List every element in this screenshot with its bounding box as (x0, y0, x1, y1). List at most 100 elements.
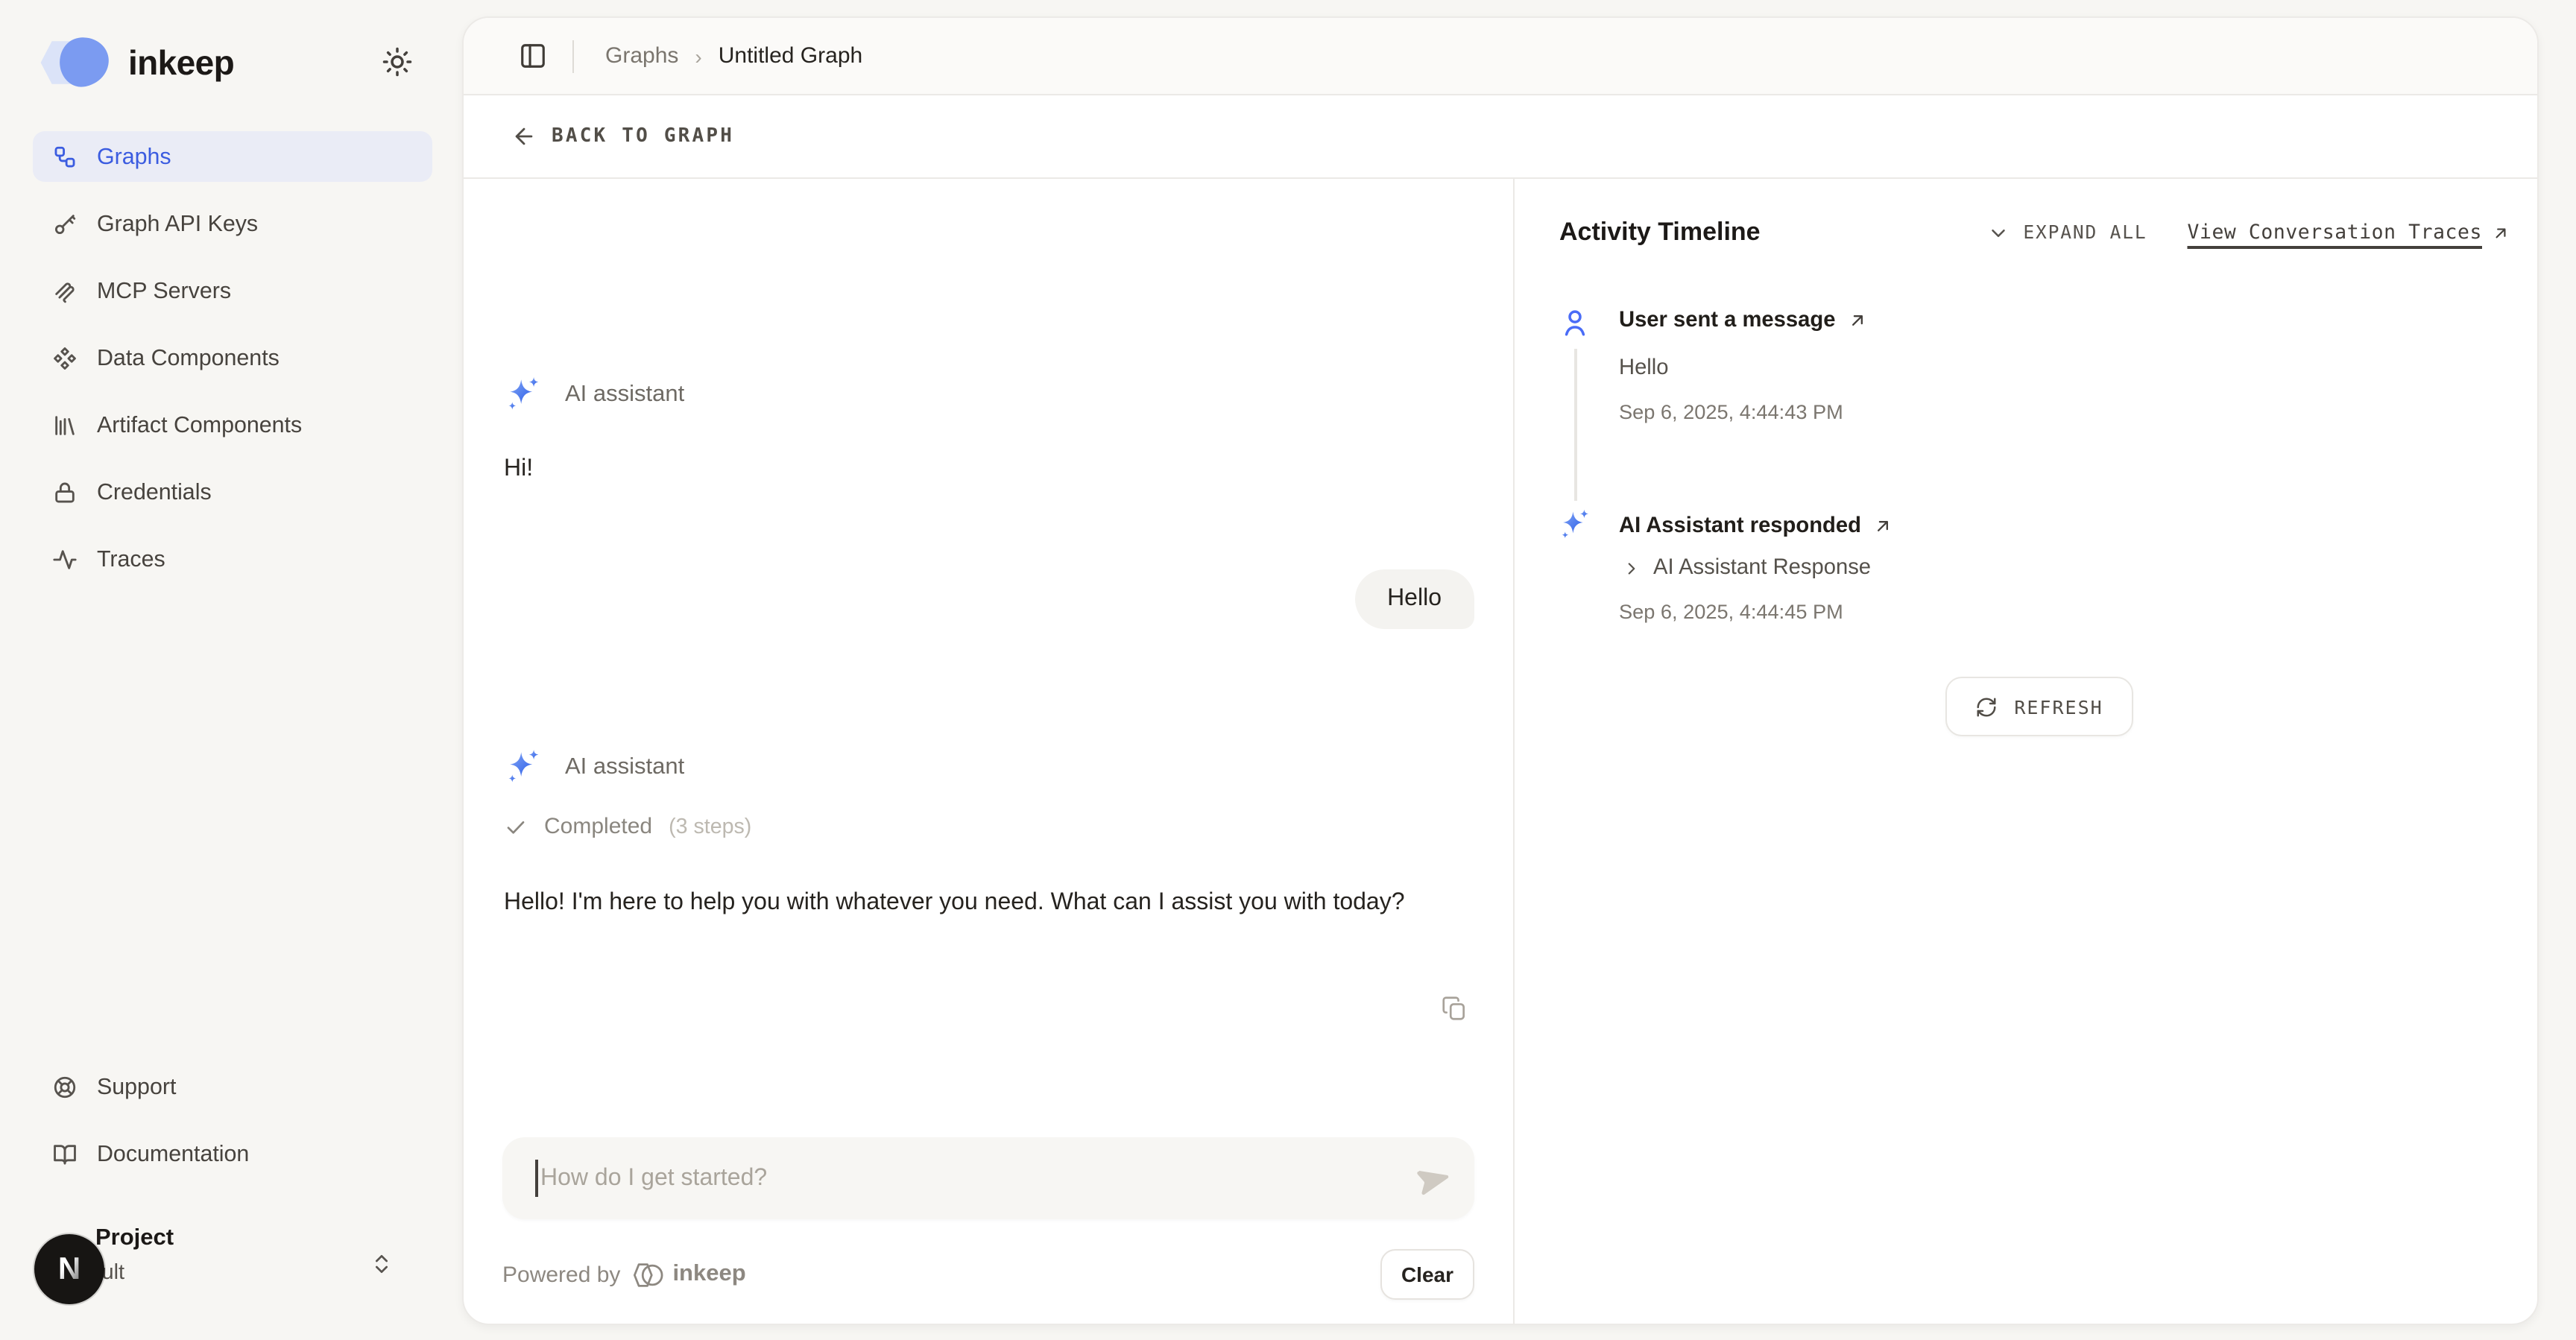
assistant-header-row: AI assistant (502, 374, 684, 414)
user-icon (1559, 307, 1591, 338)
inkeep-logo[interactable]: inkeep (40, 33, 234, 92)
sparkles-icon (502, 747, 543, 787)
sidebar-item-label: Documentation (97, 1141, 249, 1166)
user-message-bubble: Hello (1354, 569, 1474, 629)
sidebar: inkeep Graphs Graph API Keys MCP Servers (0, 0, 462, 1340)
powered-by-brand: inkeep (672, 1261, 745, 1288)
inkeep-outline-icon (631, 1260, 666, 1289)
chevron-down-icon (1987, 221, 2010, 244)
sidebar-item-mcp-servers[interactable]: MCP Servers (33, 265, 432, 316)
assistant-label: AI assistant (565, 381, 684, 408)
sidebar-item-label: Data Components (97, 345, 280, 370)
check-icon (504, 815, 528, 838)
timeline-event-body: Hello (1619, 356, 1669, 380)
back-to-graph-label: BACK TO GRAPH (552, 125, 734, 148)
breadcrumb: Graphs › Untitled Graph (605, 43, 862, 69)
breadcrumb-separator: › (695, 44, 701, 68)
chat-footer: Powered by inkeep Clear (502, 1246, 1474, 1303)
project-switcher[interactable]: Project default N (30, 1219, 435, 1312)
view-conversation-traces-link[interactable]: View Conversation Traces (2188, 221, 2511, 244)
sidebar-item-support[interactable]: Support (33, 1061, 432, 1112)
sidebar-item-label: Artifact Components (97, 412, 302, 437)
completion-status[interactable]: Completed (3 steps) (504, 814, 751, 839)
inkeep-logo-icon (40, 37, 115, 88)
sidebar-item-label: Traces (97, 546, 165, 572)
assistant-response-expander[interactable]: AI Assistant Response (1622, 556, 1871, 580)
project-title: Project (95, 1225, 174, 1252)
arrow-left-icon (511, 124, 537, 149)
sidebar-item-label: Support (97, 1074, 176, 1099)
timeline-title: Activity Timeline (1559, 218, 1761, 247)
sidebar-item-data-components[interactable]: Data Components (33, 332, 432, 383)
refresh-label: REFRESH (2014, 695, 2103, 718)
timeline-header: Activity Timeline EXPAND ALL View Conver… (1559, 212, 2510, 253)
timeline-connector (1574, 349, 1576, 501)
chat-panel: AI assistant Hi! Hello AI assistant Comp… (464, 179, 1513, 1324)
chevron-right-icon (1622, 558, 1641, 578)
sidebar-toggle-button[interactable] (513, 37, 552, 75)
life-buoy-icon (52, 1074, 78, 1099)
sparkles-icon (502, 374, 543, 414)
header-divider (572, 39, 574, 72)
chat-input[interactable] (537, 1165, 1410, 1192)
theme-toggle-button[interactable] (377, 42, 416, 80)
powered-by-label: Powered by (502, 1262, 620, 1287)
status-label: Completed (544, 814, 652, 839)
main-panel: Graphs › Untitled Graph BACK TO GRAPH (462, 16, 2539, 1325)
chevrons-up-down-icon (370, 1252, 394, 1276)
timeline-event-time: Sep 6, 2025, 4:44:43 PM (1619, 401, 1843, 423)
activity-icon (52, 546, 78, 572)
copy-icon (1439, 993, 1468, 1022)
component-icon (52, 345, 78, 370)
key-icon (52, 211, 78, 236)
assistant-message-greeting: Hi! (504, 456, 533, 483)
assistant-header-row: AI assistant (502, 747, 684, 787)
arrow-up-right-icon (1847, 310, 1868, 331)
sidebar-item-documentation[interactable]: Documentation (33, 1128, 432, 1179)
assistant-message-response: Hello! I'm here to help you with whateve… (504, 884, 1446, 923)
workflow-icon (52, 144, 78, 169)
arrow-up-right-icon (1873, 516, 1894, 537)
sidebar-nav: Graphs Graph API Keys MCP Servers Data C… (33, 131, 432, 601)
lock-icon (52, 479, 78, 505)
sidebar-item-credentials[interactable]: Credentials (33, 467, 432, 517)
copy-button[interactable] (1436, 990, 1471, 1025)
sidebar-item-label: Credentials (97, 479, 212, 505)
sidebar-item-traces[interactable]: Traces (33, 534, 432, 584)
timeline-event-time: Sep 6, 2025, 4:44:45 PM (1619, 601, 1843, 623)
sidebar-footer-nav: Support Documentation (33, 1061, 432, 1195)
sidebar-item-label: MCP Servers (97, 278, 231, 303)
sidebar-item-label: Graphs (97, 144, 171, 169)
timeline-event-title[interactable]: User sent a message (1619, 309, 1868, 332)
sidebar-item-label: Graph API Keys (97, 211, 258, 236)
library-icon (52, 412, 78, 437)
panel-left-icon (518, 42, 546, 70)
avatar: N (34, 1234, 104, 1304)
sidebar-item-artifact-components[interactable]: Artifact Components (33, 399, 432, 450)
send-icon[interactable] (1403, 1151, 1456, 1205)
assistant-label: AI assistant (565, 753, 684, 780)
timeline-event-title[interactable]: AI Assistant responded (1619, 514, 1894, 538)
refresh-icon (1975, 695, 1998, 718)
back-to-graph-button[interactable]: BACK TO GRAPH (511, 124, 734, 149)
breadcrumb-graphs[interactable]: Graphs (605, 43, 678, 69)
inkeep-logo-text: inkeep (128, 42, 234, 83)
arrow-up-right-icon (2491, 223, 2510, 242)
expand-all-button[interactable]: EXPAND ALL (1987, 221, 2147, 244)
book-open-icon (52, 1141, 78, 1166)
toolbar: BACK TO GRAPH (464, 95, 2537, 179)
expand-all-label: EXPAND ALL (2023, 222, 2147, 243)
clear-button[interactable]: Clear (1380, 1249, 1474, 1300)
sidebar-item-graph-api-keys[interactable]: Graph API Keys (33, 198, 432, 249)
sparkles-icon (1556, 507, 1592, 550)
refresh-button[interactable]: REFRESH (1945, 677, 2133, 736)
status-steps: (3 steps) (669, 815, 751, 838)
powered-by[interactable]: Powered by inkeep (502, 1260, 746, 1289)
activity-timeline-panel: Activity Timeline EXPAND ALL View Conver… (1513, 179, 2537, 1324)
chat-input-container (502, 1137, 1474, 1219)
sun-icon (381, 45, 412, 77)
sidebar-item-graphs[interactable]: Graphs (33, 131, 432, 182)
page-header: Graphs › Untitled Graph (464, 18, 2537, 95)
breadcrumb-current-page: Untitled Graph (719, 43, 862, 69)
mcp-icon (52, 278, 78, 303)
